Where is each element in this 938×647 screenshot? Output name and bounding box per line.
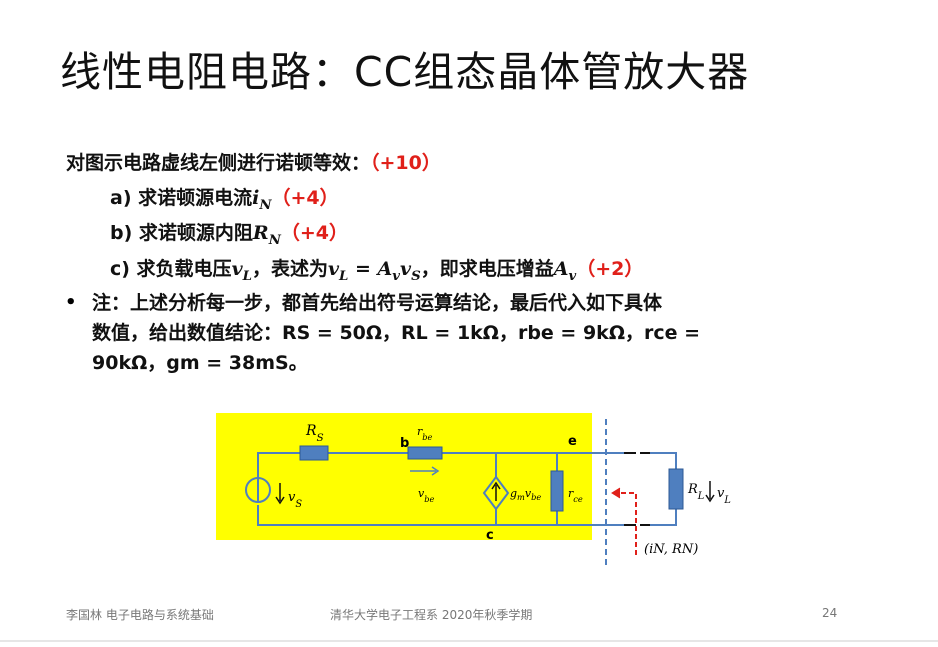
item-c-text1: c) 求负载电压 [110, 258, 232, 280]
task-text: 对图示电路虚线左侧进行诺顿等效： [66, 152, 371, 174]
item-c-math1: vL [231, 258, 252, 284]
item-c-math3: Av [553, 258, 577, 284]
footer-page-number: 24 [822, 606, 838, 620]
norton-label: (iN, RN) [644, 542, 698, 557]
item-b-math: RN [252, 222, 281, 248]
vl-label: vL [717, 486, 731, 506]
footer-dept-term: 清华大学电子工程系 2020年秋季学期 [330, 608, 533, 622]
task-points: （+10） [370, 152, 441, 174]
item-b-points: （+4） [280, 222, 348, 244]
footer-author-course: 李国林 电子电路与系统基础 [66, 608, 214, 622]
note-line-2: 数值，给出数值结论：RS = 50Ω，RL = 1kΩ，rbe = 9kΩ，rc… [92, 322, 701, 344]
node-b-label: b [400, 436, 409, 451]
note-bullet: • [65, 292, 77, 313]
rs-resistor [299, 445, 329, 461]
note-line-1: 注：上述分析每一步，都首先给出符号运算结论，最后代入如下具体 [92, 292, 663, 314]
node-c-label: c [486, 528, 494, 543]
circuit-diagram: RS rbe b e c vS vbe gmvbe rce RL vL (iN,… [216, 413, 731, 567]
item-a-points: （+4） [271, 187, 339, 209]
rl-label: RL [687, 482, 704, 502]
item-c-points: （+2） [576, 258, 644, 280]
rce-resistor [550, 470, 564, 512]
item-c-text3: ，即求电压增益 [420, 258, 554, 280]
note-line-3: 90kΩ，gm = 38mS。 [92, 352, 308, 374]
item-b-text: b) 求诺顿源内阻 [110, 222, 253, 244]
node-e-label: e [568, 434, 577, 449]
item-b: b) 求诺顿源内阻RN（+4） [110, 218, 348, 248]
rl-resistor [668, 468, 684, 510]
item-a: a) 求诺顿源电流iN（+4） [110, 183, 339, 213]
item-a-text: a) 求诺顿源电流 [110, 187, 253, 209]
item-c: c) 求负载电压vL，表述为vL = AvvS，即求电压增益Av（+2） [110, 254, 643, 284]
item-c-text2: ，表述为 [251, 258, 328, 280]
task-line: 对图示电路虚线左侧进行诺顿等效：（+10） [66, 148, 441, 175]
rbe-resistor [407, 446, 443, 460]
slide-title: 线性电阻电路：CC组态晶体管放大器 [60, 48, 750, 96]
item-a-math: iN [252, 187, 272, 213]
circuit-highlight [216, 413, 592, 540]
item-c-math2: vL = AvvS [327, 258, 421, 284]
bottom-divider [0, 640, 938, 642]
